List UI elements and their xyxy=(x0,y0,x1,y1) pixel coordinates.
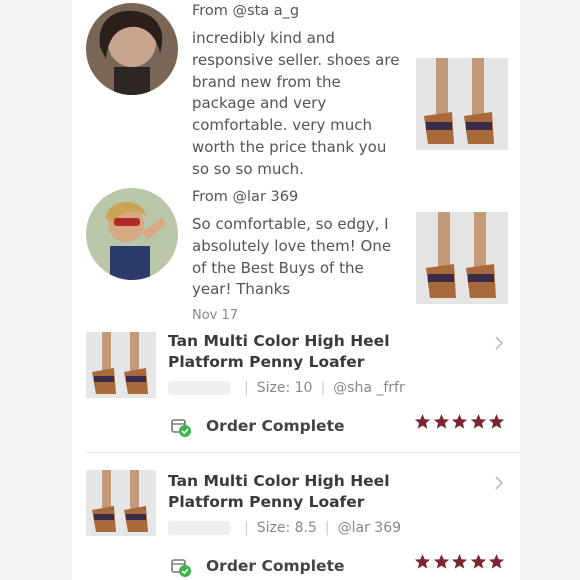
review-photo[interactable] xyxy=(416,58,508,150)
order-buyer[interactable]: @sha _frfr xyxy=(333,380,405,396)
star-icon xyxy=(433,554,449,569)
order-status-label: Order Complete xyxy=(206,417,345,435)
review-text: So comfortable, so edgy, I absolutely lo… xyxy=(192,215,392,299)
order-size: Size: 10 xyxy=(256,380,313,396)
redacted-price xyxy=(168,521,230,535)
star-icon xyxy=(414,414,431,429)
star-icon xyxy=(414,554,431,569)
order-title[interactable]: Tan Multi Color High Heel Platform Penny… xyxy=(168,331,468,373)
chevron-right-icon[interactable] xyxy=(492,476,506,490)
review-photo[interactable] xyxy=(416,212,508,304)
order-buyer[interactable]: @lar 369 xyxy=(338,520,401,536)
order-title[interactable]: Tan Multi Color High Heel Platform Penny… xyxy=(168,471,468,513)
order-thumbnail[interactable] xyxy=(86,470,156,536)
star-icon xyxy=(451,554,468,569)
review-author[interactable]: From @sta a_g xyxy=(192,3,299,19)
rating-stars xyxy=(414,413,507,434)
star-icon xyxy=(451,414,468,429)
review-text: incredibly kind and responsive seller. s… xyxy=(192,29,400,178)
order-meta: | Size: 10 | @sha _frfr xyxy=(168,380,405,396)
redacted-price xyxy=(168,381,230,395)
order-thumbnail[interactable] xyxy=(86,332,156,398)
reviewer-avatar[interactable] xyxy=(86,3,178,95)
star-icon xyxy=(433,414,449,429)
star-icon xyxy=(470,554,486,569)
order-size: Size: 8.5 xyxy=(256,520,317,536)
order-status-label: Order Complete xyxy=(206,557,345,575)
review-author[interactable]: From @lar 369 xyxy=(192,189,298,205)
order-meta: | Size: 8.5 | @lar 369 xyxy=(168,520,401,536)
star-icon xyxy=(470,414,486,429)
rating-stars xyxy=(414,553,507,574)
order-complete-icon xyxy=(171,419,191,437)
review-date: Nov 17 xyxy=(192,308,239,323)
star-icon xyxy=(488,554,505,569)
divider xyxy=(86,452,520,453)
reviewer-avatar[interactable] xyxy=(86,188,178,280)
chevron-right-icon[interactable] xyxy=(492,336,506,350)
order-complete-icon xyxy=(171,559,191,577)
star-icon xyxy=(488,414,505,429)
reviews-panel: From @sta a_g incredibly kind and respon… xyxy=(72,0,520,580)
